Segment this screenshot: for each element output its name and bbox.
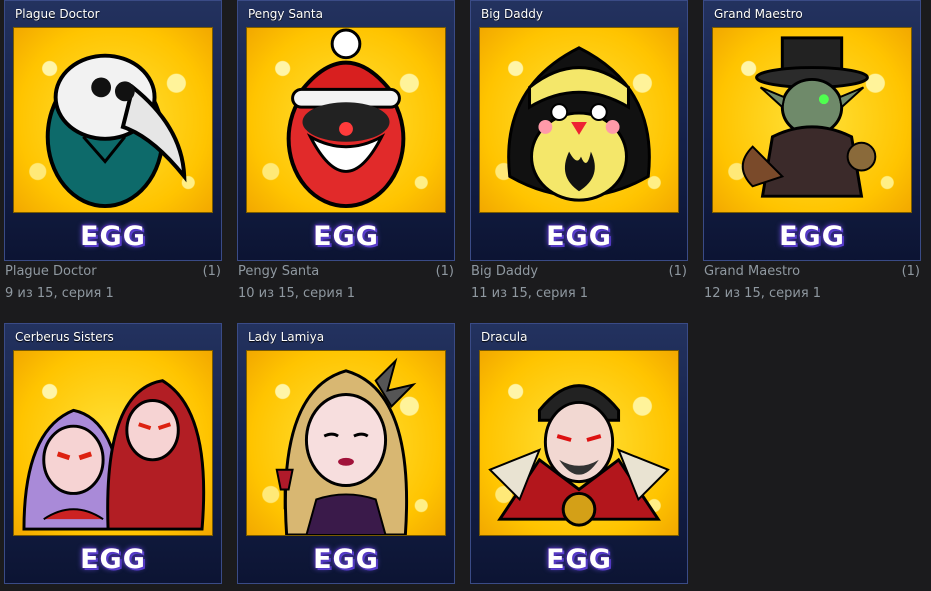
card-series: 12 из 15, серия 1 xyxy=(704,286,822,301)
penguin-egg-icon xyxy=(479,27,679,213)
card-count: (1) xyxy=(901,264,920,279)
vampire-icon xyxy=(479,350,679,536)
card-count: (1) xyxy=(435,264,454,279)
egg-surprise-logo: EGG SURPRISE xyxy=(80,221,146,252)
card-series: 10 из 15, серия 1 xyxy=(238,286,356,301)
goblin-maestro-icon xyxy=(712,27,912,213)
egg-surprise-logo: EGG SURPRISE xyxy=(546,544,612,575)
card-title: Cerberus Sisters xyxy=(15,330,114,344)
card-cell: Lady Lamiya EGG SURPRISE xyxy=(233,323,459,591)
egg-surprise-logo: EGG SURPRISE xyxy=(313,544,379,575)
card-title: Pengy Santa xyxy=(248,7,323,21)
trading-card[interactable]: Lady Lamiya EGG SURPRISE xyxy=(237,323,455,584)
trading-card[interactable]: Big Daddy EGG SURPRISE xyxy=(470,0,688,261)
twin-sisters-icon xyxy=(13,350,213,536)
card-series: 9 из 15, серия 1 xyxy=(5,286,114,301)
santa-egg-icon xyxy=(246,27,446,213)
card-name[interactable]: Pengy Santa xyxy=(238,264,319,279)
card-cell: Big Daddy EGG SURPRISE Big Daddy (1) xyxy=(466,0,692,305)
card-cell: Grand Maestro EGG SURPRISE Grand Maestro xyxy=(699,0,925,305)
card-count: (1) xyxy=(668,264,687,279)
egg-surprise-logo: EGG SURPRISE xyxy=(80,544,146,575)
card-name[interactable]: Grand Maestro xyxy=(704,264,800,279)
card-title: Plague Doctor xyxy=(15,7,100,21)
egg-surprise-logo: EGG SURPRISE xyxy=(779,221,845,252)
card-name[interactable]: Plague Doctor xyxy=(5,264,97,279)
plague-doctor-egg-icon xyxy=(13,27,213,213)
egg-surprise-logo: EGG SURPRISE xyxy=(546,221,612,252)
card-title: Grand Maestro xyxy=(714,7,803,21)
card-title: Dracula xyxy=(481,330,528,344)
trading-card[interactable]: Dracula EGG SURPRISE xyxy=(470,323,688,584)
trading-card[interactable]: Plague Doctor EGG SURPRISE xyxy=(4,0,222,261)
trading-card[interactable]: Cerberus Sisters EGG SURPRISE xyxy=(4,323,222,584)
card-title: Big Daddy xyxy=(481,7,543,21)
card-cell: Dracula EGG SURPRISE xyxy=(466,323,692,591)
trading-card-grid: Plague Doctor EGG SURPRISE Plague Doctor… xyxy=(0,0,931,591)
card-title: Lady Lamiya xyxy=(248,330,325,344)
card-name[interactable]: Big Daddy xyxy=(471,264,538,279)
lady-with-wine-icon xyxy=(246,350,446,536)
trading-card[interactable]: Pengy Santa EGG SURPRISE xyxy=(237,0,455,261)
card-series: 11 из 15, серия 1 xyxy=(471,286,589,301)
card-count: (1) xyxy=(202,264,221,279)
trading-card[interactable]: Grand Maestro EGG SURPRISE xyxy=(703,0,921,261)
card-cell: Cerberus Sisters EGG SURPRISE xyxy=(0,323,226,591)
card-cell: Plague Doctor EGG SURPRISE Plague Doctor… xyxy=(0,0,226,305)
egg-surprise-logo: EGG SURPRISE xyxy=(313,221,379,252)
card-cell: Pengy Santa EGG SURPRISE Pengy Santa (1)… xyxy=(233,0,459,305)
